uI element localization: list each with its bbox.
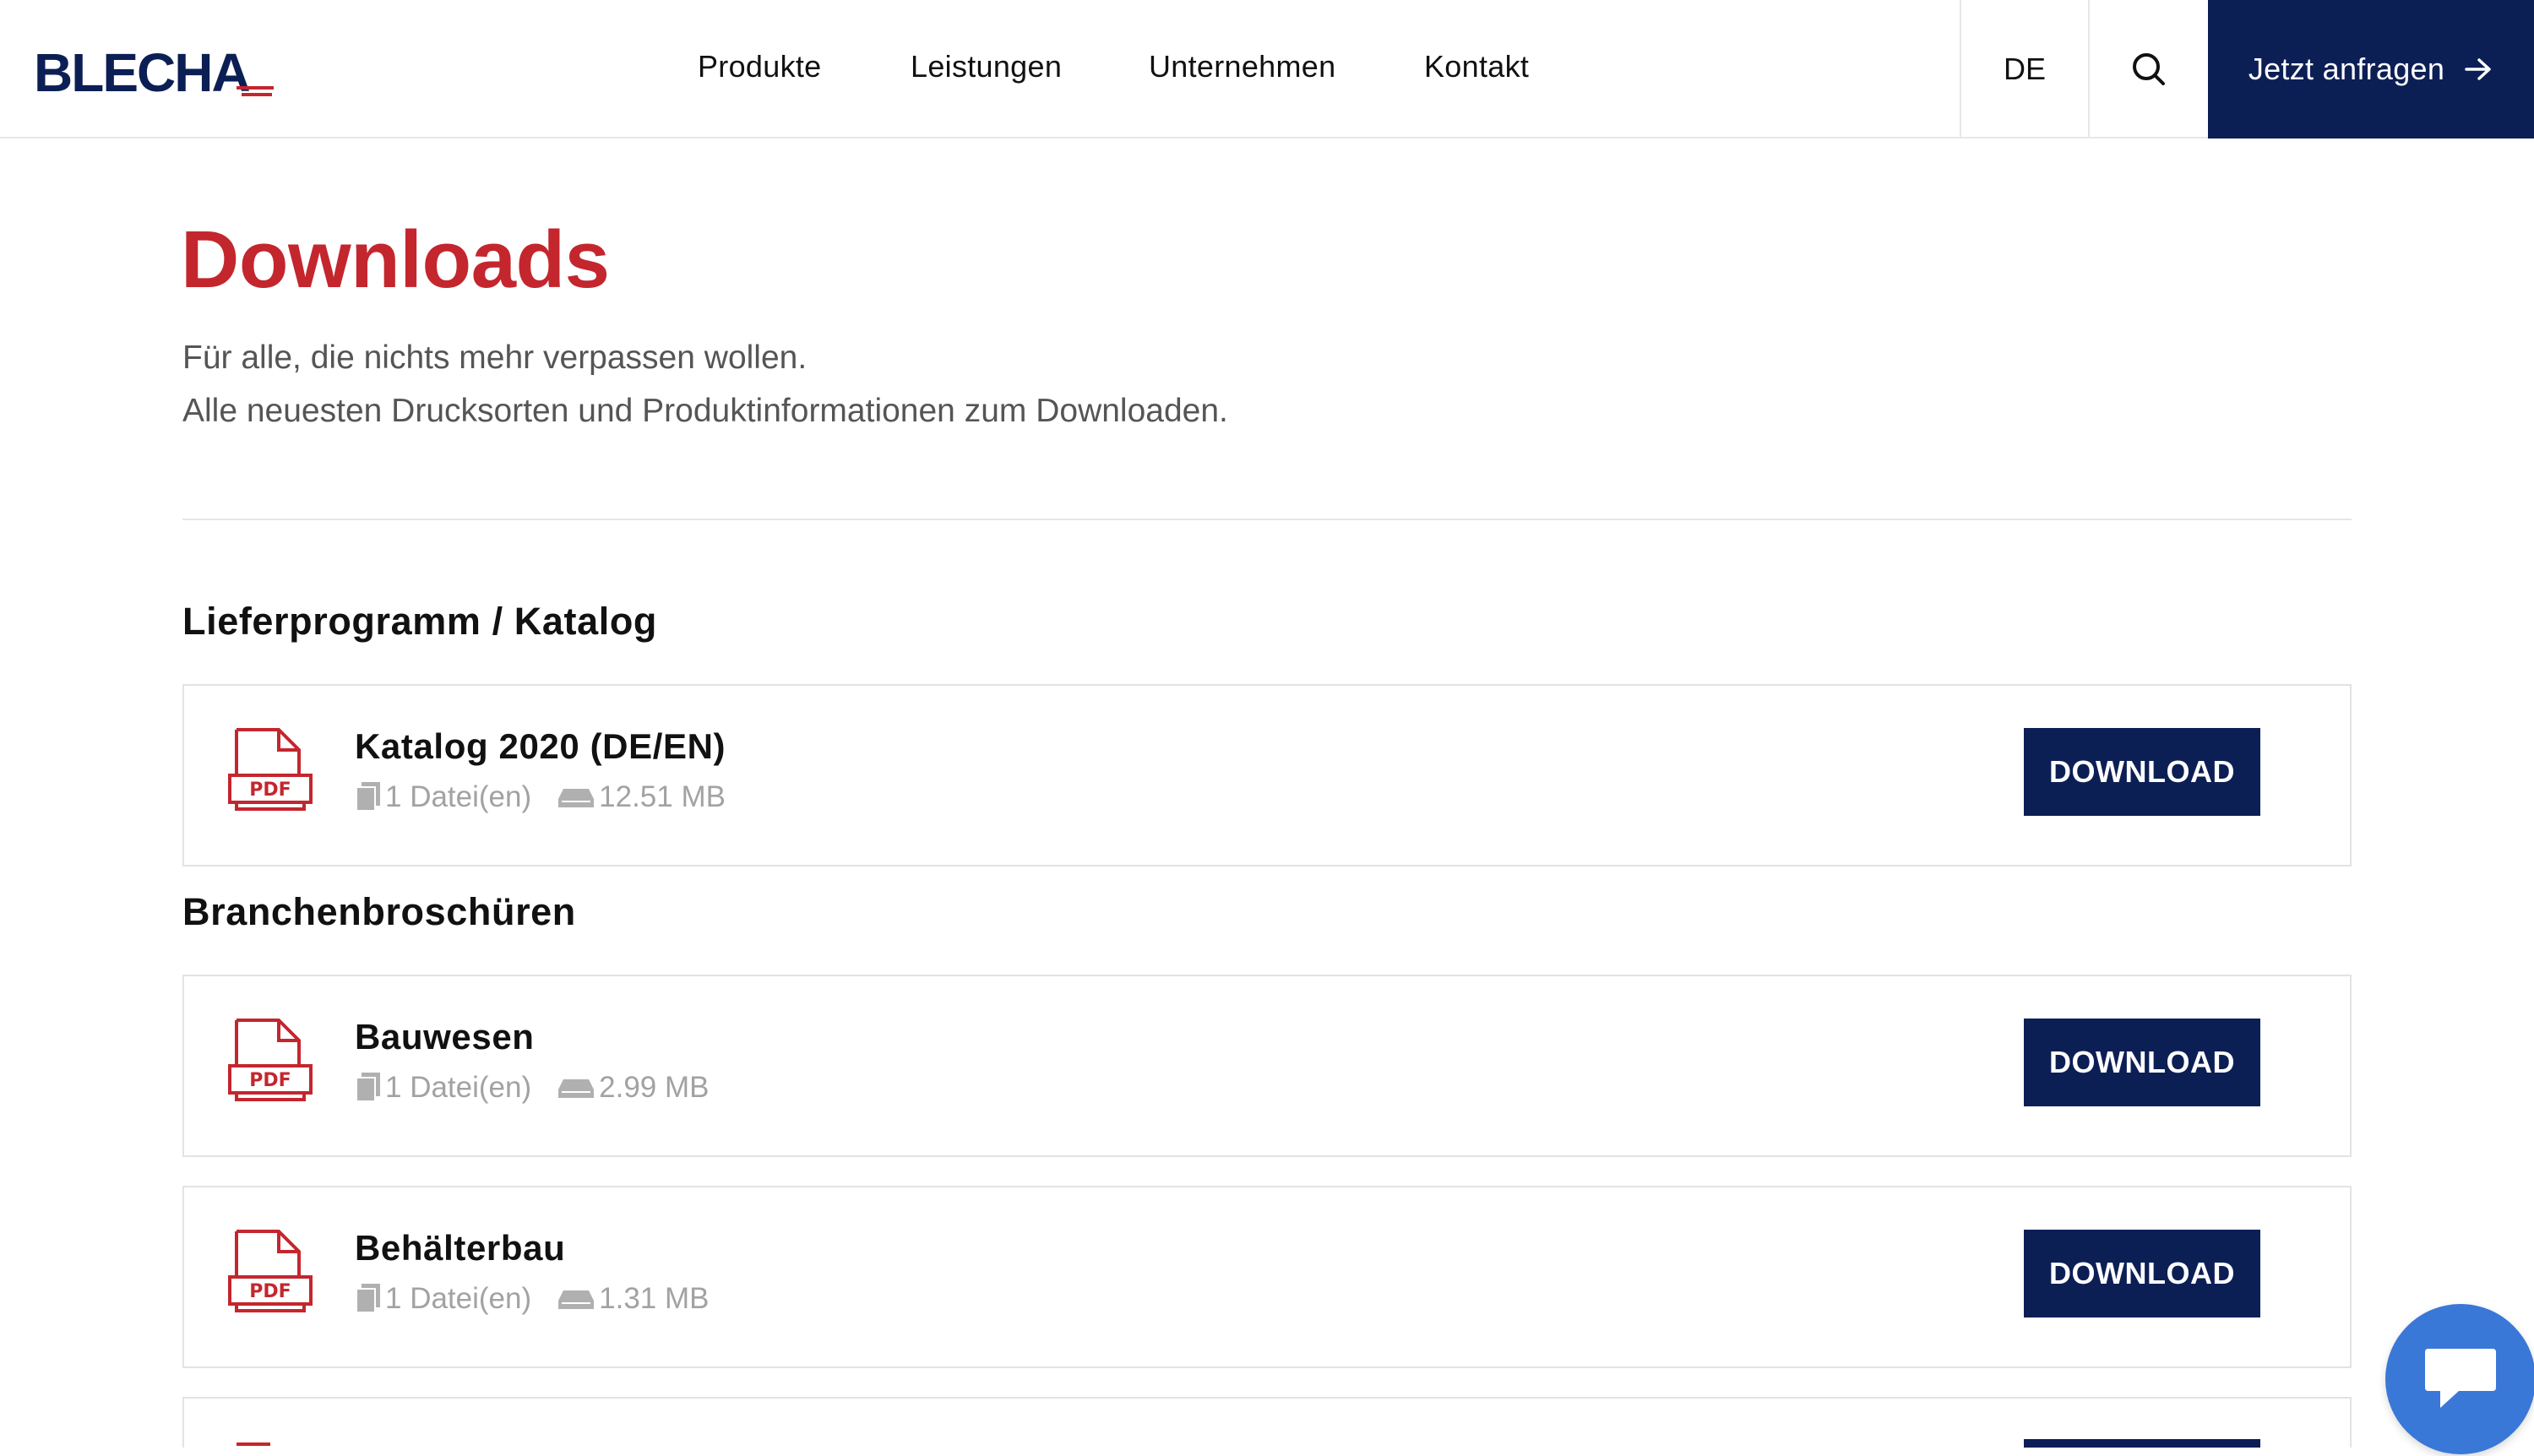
chat-button[interactable] (2385, 1304, 2534, 1454)
files-icon (356, 1284, 380, 1313)
file-meta: 1 Datei(en) 2.99 MB (355, 1071, 710, 1105)
intro-text: Für alle, die nichts mehr verpassen woll… (182, 331, 1228, 437)
file-title: Behälterbau (355, 1228, 566, 1268)
cta-label: Jetzt anfragen (2248, 52, 2445, 86)
download-button-partial[interactable] (2024, 1439, 2260, 1448)
file-title: Katalog 2020 (DE/EN) (355, 726, 726, 766)
download-button[interactable]: DOWNLOAD (2024, 1230, 2260, 1317)
language-switch[interactable]: DE (1960, 0, 2088, 139)
download-card-partial (182, 1397, 2352, 1448)
svg-text:PDF: PDF (249, 1070, 291, 1091)
file-meta: 1 Datei(en) 1.31 MB (355, 1282, 710, 1316)
file-size: 12.51 MB (599, 780, 726, 813)
site-header: BLECHA Produkte Leistungen Unternehmen K… (0, 0, 2534, 139)
drive-icon (558, 789, 595, 807)
page-title: Downloads (181, 215, 610, 305)
file-size: 1.31 MB (599, 1282, 710, 1315)
request-quote-button[interactable]: Jetzt anfragen (2208, 0, 2534, 139)
arrow-right-icon (2465, 58, 2491, 80)
file-count: 1 Datei(en) (385, 1282, 532, 1315)
pdf-file-icon: PDF (226, 726, 314, 814)
files-icon (356, 782, 380, 812)
svg-text:PDF: PDF (249, 780, 291, 801)
nav-item-unternehmen[interactable]: Unternehmen (1149, 49, 1335, 84)
download-card: PDF Bauwesen 1 Datei(en) 2.99 MB DOWNLOA… (182, 975, 2352, 1157)
file-meta: 1 Datei(en) 12.51 MB (355, 780, 726, 814)
download-button[interactable]: DOWNLOAD (2024, 1019, 2260, 1106)
search-button[interactable] (2088, 0, 2208, 139)
section-title-katalog: Lieferprogramm / Katalog (182, 600, 658, 643)
pdf-file-icon-partial (237, 1442, 270, 1446)
search-icon (2133, 53, 2165, 85)
intro-line-2: Alle neuesten Drucksorten und Produktinf… (182, 393, 1228, 429)
file-title: Bauwesen (355, 1017, 535, 1057)
intro-line-1: Für alle, die nichts mehr verpassen woll… (182, 340, 808, 376)
files-icon (356, 1073, 380, 1102)
file-count: 1 Datei(en) (385, 1071, 532, 1104)
svg-text:BLECHA: BLECHA (34, 44, 249, 98)
section-title-branchenbroschueren: Branchenbroschüren (182, 890, 576, 933)
nav-item-kontakt[interactable]: Kontakt (1424, 49, 1529, 84)
file-count: 1 Datei(en) (385, 780, 532, 813)
download-card: PDF Behälterbau 1 Datei(en) 1.31 MB DOWN… (182, 1186, 2352, 1368)
pdf-file-icon: PDF (226, 1228, 314, 1316)
nav-item-produkte[interactable]: Produkte (698, 49, 822, 84)
download-card: PDF Katalog 2020 (DE/EN) 1 Datei(en) 12.… (182, 684, 2352, 867)
drive-icon (558, 1290, 595, 1309)
chat-bubble-icon (2425, 1349, 2496, 1408)
drive-icon (558, 1079, 595, 1098)
divider (182, 519, 2352, 520)
file-size: 2.99 MB (599, 1071, 710, 1104)
blecha-logo[interactable]: BLECHA (34, 44, 279, 98)
pdf-file-icon: PDF (226, 1017, 314, 1105)
download-button[interactable]: DOWNLOAD (2024, 728, 2260, 816)
chat-widget (2385, 1304, 2534, 1456)
logo-wordmark: BLECHA (34, 44, 274, 98)
nav-item-leistungen[interactable]: Leistungen (911, 49, 1062, 84)
svg-text:PDF: PDF (249, 1281, 291, 1302)
